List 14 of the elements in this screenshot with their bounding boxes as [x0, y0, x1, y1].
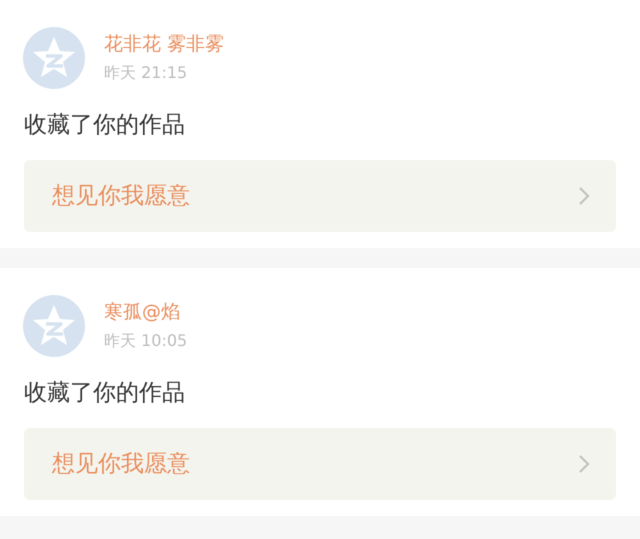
chevron-right-icon — [578, 454, 590, 474]
timestamp: 昨天 10:05 — [104, 330, 188, 352]
work-link[interactable]: 想见你我愿意 — [24, 160, 616, 232]
work-title: 想见你我愿意 — [52, 182, 190, 211]
avatar-icon[interactable] — [23, 295, 85, 357]
work-link[interactable]: 想见你我愿意 — [24, 428, 616, 500]
user-name[interactable]: 花非花 雾非雾 — [104, 32, 224, 56]
work-title: 想见你我愿意 — [52, 450, 190, 479]
user-name[interactable]: 寒孤@焰 — [104, 300, 188, 324]
chevron-right-icon — [578, 186, 590, 206]
activity-text: 收藏了你的作品 — [24, 111, 186, 140]
activity-text: 收藏了你的作品 — [24, 379, 186, 408]
timestamp: 昨天 21:15 — [104, 62, 188, 84]
avatar-icon[interactable] — [23, 27, 85, 89]
